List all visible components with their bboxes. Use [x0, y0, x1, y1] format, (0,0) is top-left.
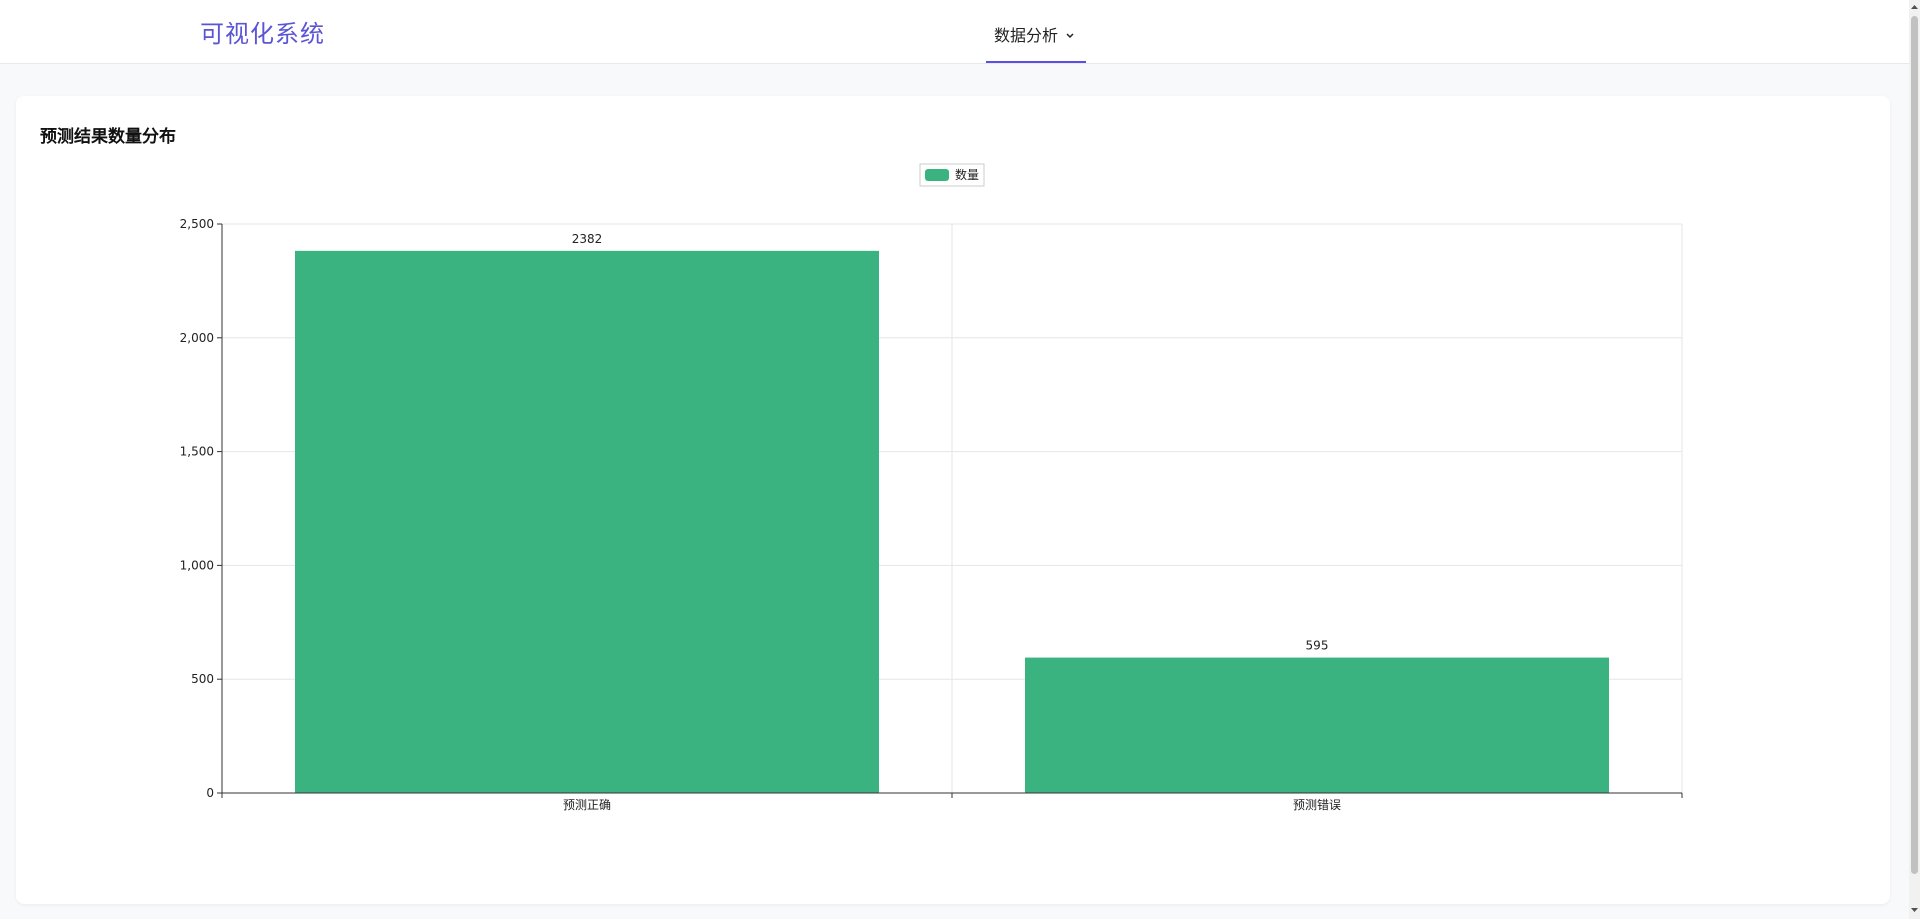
y-tick-label: 2,500 [180, 217, 214, 231]
scroll-down-arrow-icon[interactable] [1911, 906, 1918, 914]
nav-data-analysis-menu[interactable]: 数据分析 [986, 0, 1086, 63]
legend-label: 数量 [955, 167, 979, 182]
brand-title[interactable]: 可视化系统 [200, 14, 325, 49]
legend-swatch [925, 169, 949, 181]
bar [1025, 657, 1609, 793]
scrollbar-thumb[interactable] [1911, 16, 1918, 874]
vertical-scrollbar[interactable] [1909, 0, 1920, 919]
y-tick-label: 500 [191, 672, 214, 686]
y-tick-label: 2,000 [180, 331, 214, 345]
chart-card: 预测结果数量分布 数量 2382 595 0 500 1,000 1,500 2,000 2… [16, 96, 1890, 904]
y-tick-label: 0 [206, 786, 214, 800]
y-tick-label: 1,000 [180, 558, 214, 572]
x-tick-label: 预测错误 [1293, 798, 1341, 812]
y-tick-label: 1,500 [180, 445, 214, 459]
bar [295, 250, 879, 793]
bar-data-label: 595 [1306, 639, 1329, 653]
scroll-up-arrow-icon[interactable] [1911, 3, 1918, 11]
chevron-down-icon [1065, 25, 1075, 44]
x-tick-label: 预测正确 [563, 798, 611, 812]
nav-data-analysis-label: 数据分析 [994, 26, 1059, 45]
bar-chart: 数量 2382 595 0 500 1,000 1,500 2,000 2,500 预测正确 预… [180, 163, 1683, 812]
top-navbar: 可视化系统 数据分析 [0, 0, 1909, 64]
bar-data-label: 2382 [572, 232, 603, 246]
